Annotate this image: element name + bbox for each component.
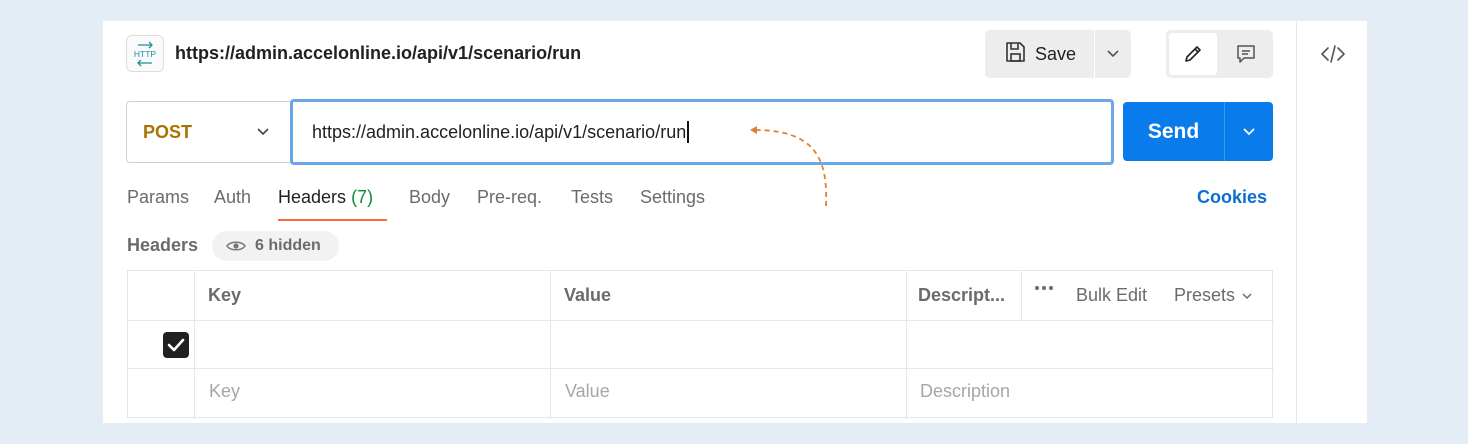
bulk-edit-button[interactable]: Bulk Edit bbox=[1076, 285, 1147, 306]
right-sidebar bbox=[1296, 21, 1367, 423]
more-options-button[interactable] bbox=[1034, 285, 1054, 291]
eye-icon bbox=[226, 241, 246, 251]
row-description-cell[interactable] bbox=[907, 321, 1273, 368]
request-title[interactable]: https://admin.accelonline.io/api/v1/scen… bbox=[175, 43, 581, 64]
active-tab-indicator bbox=[278, 219, 387, 221]
new-key-input[interactable]: Key bbox=[209, 381, 240, 402]
svg-text:HTTP: HTTP bbox=[134, 49, 157, 59]
edit-button[interactable] bbox=[1169, 33, 1217, 75]
tab-headers[interactable]: Headers (7) bbox=[278, 187, 373, 208]
row-enabled-checkbox[interactable] bbox=[163, 332, 189, 358]
row-value-cell[interactable] bbox=[551, 321, 906, 368]
text-cursor bbox=[687, 121, 690, 143]
tab-params[interactable]: Params bbox=[127, 187, 189, 208]
tab-tests[interactable]: Tests bbox=[571, 187, 613, 208]
column-header-description: Descript... bbox=[918, 285, 1006, 305]
presets-label: Presets bbox=[1174, 285, 1236, 305]
chevron-down-icon bbox=[1243, 127, 1255, 135]
row-key-cell[interactable] bbox=[195, 321, 550, 368]
tab-body[interactable]: Body bbox=[409, 187, 450, 208]
tab-headers-count: (7) bbox=[351, 187, 374, 207]
save-label: Save bbox=[1035, 43, 1077, 64]
save-button-group: Save bbox=[985, 30, 1131, 78]
headers-section-title: Headers bbox=[127, 235, 199, 255]
presets-dropdown[interactable]: Presets bbox=[1174, 285, 1253, 306]
send-button-group: Send bbox=[1123, 102, 1273, 161]
url-input-value: https://admin.accelonline.io/api/v1/scen… bbox=[312, 121, 687, 142]
column-header-key: Key bbox=[208, 285, 242, 305]
cookies-link[interactable]: Cookies bbox=[1197, 187, 1267, 208]
column-divider bbox=[1021, 271, 1022, 320]
url-input[interactable]: https://admin.accelonline.io/api/v1/scen… bbox=[290, 99, 1114, 165]
pencil-icon bbox=[1185, 46, 1201, 62]
new-value-input[interactable]: Value bbox=[565, 381, 610, 402]
code-icon[interactable] bbox=[1319, 41, 1347, 67]
http-icon: HTTP bbox=[126, 35, 164, 72]
new-description-input[interactable]: Description bbox=[920, 381, 1010, 402]
chevron-down-icon bbox=[257, 128, 269, 136]
chevron-down-icon bbox=[1242, 292, 1252, 299]
send-button[interactable]: Send bbox=[1123, 102, 1224, 161]
more-icon bbox=[1035, 286, 1053, 290]
headers-table: Key Value Descript... Bulk Edit Presets … bbox=[127, 270, 1274, 419]
method-label: POST bbox=[143, 121, 193, 142]
comment-icon bbox=[1237, 45, 1255, 63]
tab-pre-request[interactable]: Pre-req. bbox=[477, 187, 542, 208]
check-icon bbox=[167, 338, 185, 352]
row-divider bbox=[128, 368, 1274, 369]
tab-auth[interactable]: Auth bbox=[214, 187, 251, 208]
column-header-value: Value bbox=[564, 285, 612, 305]
view-mode-toggle bbox=[1166, 30, 1273, 78]
tab-headers-label: Headers bbox=[278, 187, 347, 207]
hidden-headers-label: 6 hidden bbox=[255, 237, 321, 254]
tab-settings[interactable]: Settings bbox=[640, 187, 705, 208]
save-options-button[interactable] bbox=[1095, 30, 1131, 78]
chevron-down-icon bbox=[1107, 50, 1119, 58]
method-select[interactable]: POST bbox=[126, 101, 292, 163]
save-button[interactable]: Save bbox=[985, 30, 1094, 78]
annotation-arrow bbox=[750, 126, 828, 207]
comments-button[interactable] bbox=[1223, 33, 1269, 75]
save-icon bbox=[1004, 41, 1026, 68]
send-options-button[interactable] bbox=[1225, 102, 1273, 161]
hidden-headers-toggle[interactable]: 6 hidden bbox=[212, 231, 339, 261]
